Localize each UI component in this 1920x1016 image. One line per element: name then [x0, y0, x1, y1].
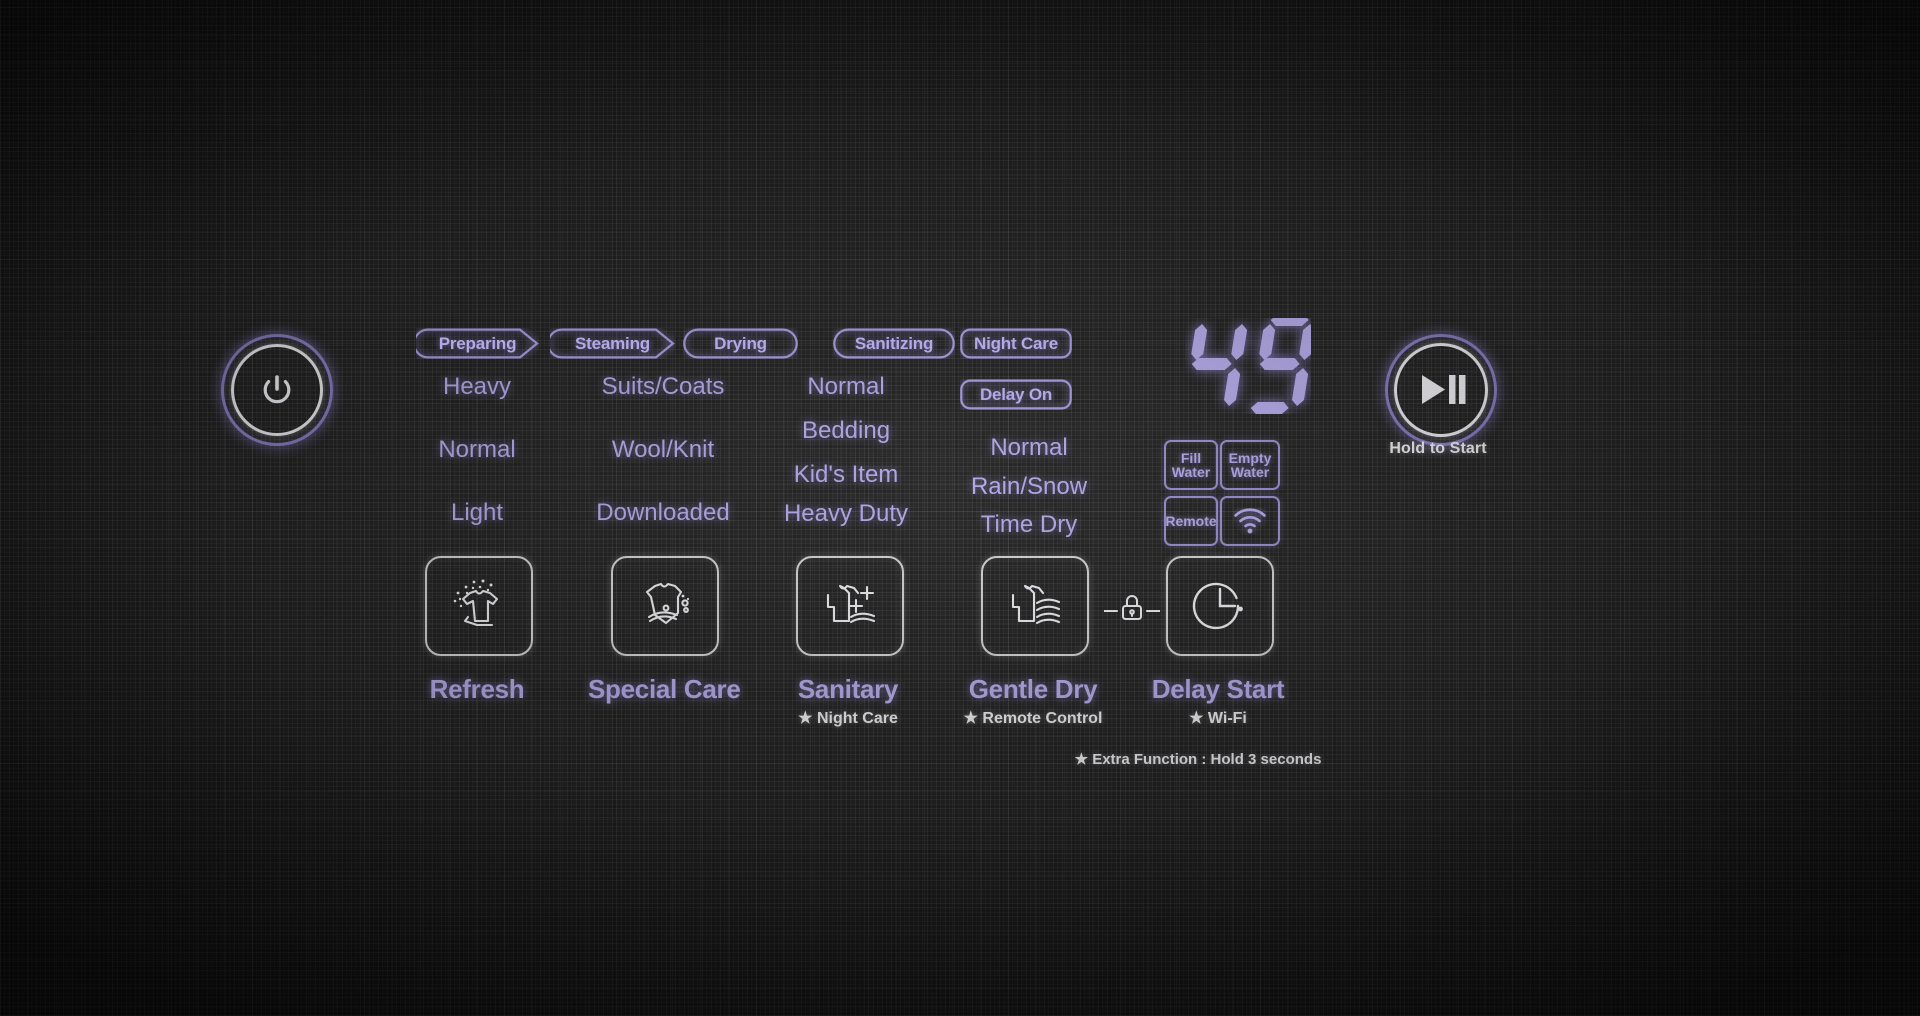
option-bedding[interactable]: Bedding: [802, 417, 890, 445]
lock-icon: [1103, 595, 1161, 620]
gentle-dry-extra-function: ★ Remote Control: [963, 710, 1103, 727]
option-normal-sanitary[interactable]: Normal: [807, 373, 884, 401]
sanitary-button-box[interactable]: [796, 556, 904, 656]
start-button-ring: [1394, 343, 1488, 437]
stage-badge-label: Sanitizing: [854, 333, 934, 353]
sanitary-extra-function: ★ Night Care: [798, 710, 898, 727]
cycle-button-refresh[interactable]: Refresh: [425, 556, 533, 705]
empty-water-label: Empty Water: [1228, 449, 1272, 480]
shirt-bubbles-icon: [645, 582, 690, 625]
delay-start-label: Delay Start: [1151, 674, 1285, 704]
stage-badge-steaming[interactable]: Steaming: [550, 328, 675, 359]
wifi-icon: [1234, 508, 1266, 534]
status-badge-night-care[interactable]: Night Care: [960, 328, 1072, 359]
option-heavy-duty[interactable]: Heavy Duty: [784, 500, 908, 528]
special-care-button-box[interactable]: [611, 556, 719, 656]
special-care-label: Special Care: [588, 674, 741, 704]
sanitary-label: Sanitary: [797, 674, 899, 704]
fill-water-label: Fill Water: [1171, 449, 1211, 480]
delay-start-button-box[interactable]: [1166, 556, 1274, 656]
shirt-plus-icon: [826, 584, 876, 624]
option-rain-snow[interactable]: Rain/Snow: [971, 473, 1087, 501]
status-badge-label: Night Care: [974, 333, 1058, 353]
stage-badge-sanitizing[interactable]: Sanitizing: [833, 328, 955, 359]
child-lock-indicator: [1103, 592, 1161, 631]
option-downloaded[interactable]: Downloaded: [596, 499, 729, 527]
option-time-dry[interactable]: Time Dry: [981, 511, 1077, 539]
start-pause-button[interactable]: [1385, 334, 1497, 446]
remote-label: Remote: [1165, 512, 1217, 529]
status-badge-label: Delay On: [979, 384, 1053, 404]
delay-start-extra-function: ★ Wi-Fi: [1189, 710, 1247, 727]
control-panel-surface: [0, 0, 1920, 1016]
shirt-sparkle-icon: [453, 579, 499, 627]
cycle-button-delay-start[interactable]: Delay Start: [1152, 556, 1298, 705]
stage-badge-label: Preparing: [438, 333, 517, 353]
start-button-label: Hold to Start: [1389, 440, 1487, 457]
time-display: [1185, 314, 1316, 419]
option-kids-item[interactable]: Kid's Item: [794, 461, 899, 489]
status-badge-delay-on[interactable]: Delay On: [960, 379, 1072, 410]
refresh-button-box[interactable]: [425, 556, 533, 656]
seven-segment-digits: [1191, 314, 1316, 414]
stage-badge-label: Drying: [714, 333, 767, 353]
cycle-button-gentle-dry[interactable]: Gentle Dry: [969, 556, 1108, 705]
option-light[interactable]: Light: [451, 499, 503, 527]
stage-badge-label: Steaming: [575, 333, 650, 353]
option-normal-dry[interactable]: Normal: [990, 434, 1067, 462]
cycle-button-sanitary[interactable]: Sanitary: [796, 556, 913, 705]
stage-badge-drying[interactable]: Drying: [683, 328, 798, 359]
refresh-label: Refresh: [429, 674, 525, 704]
stage-badge-preparing[interactable]: Preparing: [416, 328, 539, 359]
option-wool-knit[interactable]: Wool/Knit: [612, 436, 714, 464]
fill-water-indicator[interactable]: Fill Water: [1164, 440, 1218, 490]
gentle-dry-label: Gentle Dry: [968, 674, 1098, 704]
extra-function-footnote: ★ Extra Function : Hold 3 seconds: [1074, 751, 1322, 768]
option-suits-coats[interactable]: Suits/Coats: [602, 373, 725, 401]
cycle-button-special-care[interactable]: Special Care: [588, 556, 741, 705]
clock-icon: [1192, 582, 1243, 630]
remote-indicator[interactable]: Remote: [1164, 496, 1218, 546]
power-icon: [263, 375, 291, 404]
power-button-ring: [231, 344, 323, 436]
power-button[interactable]: [221, 334, 333, 446]
option-heavy[interactable]: Heavy: [443, 373, 511, 401]
play-pause-icon: [1422, 375, 1466, 404]
empty-water-indicator[interactable]: Empty Water: [1220, 440, 1280, 490]
wifi-indicator[interactable]: [1220, 496, 1280, 546]
shirt-waves-icon: [1011, 584, 1061, 625]
gentle-dry-button-box[interactable]: [981, 556, 1089, 656]
option-normal[interactable]: Normal: [438, 436, 515, 464]
